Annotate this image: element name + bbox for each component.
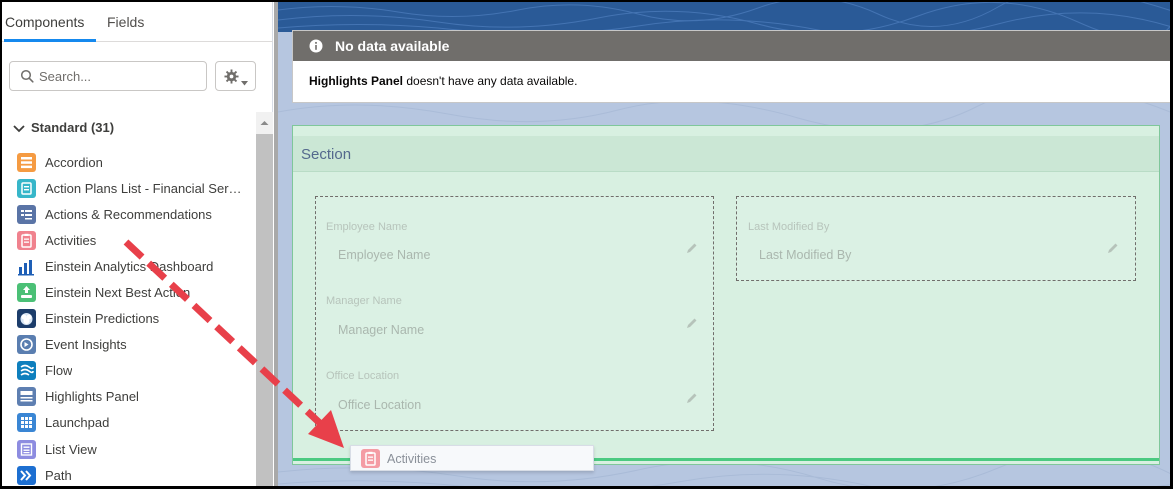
list-item-label: List View [45,442,97,457]
list-item-flow[interactable]: Flow [17,360,252,380]
active-tab-indicator [4,39,96,42]
highlights-panel-card[interactable]: No data available Highlights Panel doesn… [292,30,1170,103]
search-icon [20,69,34,86]
field-value: Last Modified By [759,248,852,262]
field-label: Employee Name [326,221,408,233]
panel-tabs: Components Fields [2,2,273,42]
dragged-component-ghost[interactable]: Activities [350,445,594,471]
tab-components[interactable]: Components [5,14,84,30]
list-item-action-plans[interactable]: Action Plans List - Financial Services C… [17,178,252,198]
list-item-highlights-panel[interactable]: Highlights Panel [17,386,252,406]
next-best-action-icon [17,283,36,302]
list-item-label: Flow [45,363,73,378]
list-item-label: Path [45,468,72,483]
pencil-icon[interactable] [686,242,698,257]
list-item-launchpad[interactable]: Launchpad [17,412,252,432]
list-item-next-best-action[interactable]: Einstein Next Best Action [17,282,252,302]
accordion-icon [17,153,36,172]
list-item-list-view[interactable]: List View [17,439,252,459]
launchpad-icon [17,413,36,432]
activities-icon [17,231,36,250]
chevron-down-icon [13,121,27,136]
gear-icon [224,69,239,87]
field-column-left[interactable]: Employee Name Employee Name Manager Name… [315,196,714,431]
message-text: doesn't have any data available. [403,74,578,88]
flow-icon [17,361,36,380]
standard-section-heading: Standard (31) [31,120,115,135]
no-data-banner: No data available [293,31,1170,61]
settings-menu-button[interactable] [215,61,256,91]
list-item-label: Event Insights [45,337,127,352]
list-item-label: Activities [45,233,97,248]
no-data-title: No data available [335,38,450,54]
field-label: Last Modified By [748,221,830,233]
list-item-label: Action Plans List - Financial Services C… [45,181,245,196]
list-item-analytics-dashboard[interactable]: Einstein Analytics Dashboard [17,256,252,276]
app-window: Components Fields Standard (31) [0,0,1173,489]
list-item-label: Einstein Next Best Action [45,285,191,300]
section-title: Section [301,146,352,163]
section-header: Section [293,136,1159,172]
list-item-label: Einstein Analytics Dashboard [45,259,214,274]
action-plans-icon [17,179,36,198]
list-item-accordion[interactable]: Accordion [17,152,252,172]
pencil-icon[interactable] [686,392,698,407]
actions-recommendations-icon [17,205,36,224]
list-item-path[interactable]: Path [17,465,252,485]
list-item-label: Actions & Recommendations [45,207,212,222]
scroll-up-arrow-icon[interactable] [256,116,273,130]
list-item-label: Launchpad [45,415,110,430]
highlights-panel-icon [17,387,36,406]
list-item-activities[interactable]: Activities [17,230,252,250]
pencil-icon[interactable] [1107,242,1119,257]
pencil-icon[interactable] [686,317,698,332]
search-input[interactable] [39,67,199,85]
tab-fields[interactable]: Fields [107,14,144,30]
list-item-event-insights[interactable]: Event Insights [17,334,252,354]
path-icon [17,466,36,485]
list-item-label: Accordion [45,155,103,170]
components-panel: Components Fields Standard (31) [2,2,273,486]
activities-icon [361,449,380,468]
page-canvas: No data available Highlights Panel doesn… [274,2,1170,486]
list-item-label: Einstein Predictions [45,311,160,326]
component-name: Highlights Panel [309,74,404,88]
component-list: Standard (31) Accordion Action Plans Lis… [2,112,273,486]
list-item-actions-recommendations[interactable]: Actions & Recommendations [17,204,252,224]
search-box[interactable] [9,61,207,91]
list-scrollbar-thumb[interactable] [256,134,273,486]
field-value: Manager Name [338,323,425,337]
field-label: Office Location [326,370,400,382]
standard-section-toggle[interactable]: Standard (31) [13,120,114,136]
list-view-icon [17,440,36,459]
analytics-dashboard-icon [17,257,36,276]
field-column-right[interactable]: Last Modified By Last Modified By [736,196,1136,281]
list-item-label: Highlights Panel [45,389,139,404]
info-icon [309,39,323,56]
dragged-component-label: Activities [387,452,437,466]
einstein-predictions-icon [17,309,36,328]
event-insights-icon [17,335,36,354]
field-value: Employee Name [338,248,431,262]
section-component[interactable]: Section Employee Name Employee Name Mana… [292,125,1160,465]
no-data-message: Highlights Panel doesn't have any data a… [309,74,577,88]
caret-down-icon [241,74,248,89]
field-value: Office Location [338,398,422,412]
list-item-einstein-predictions[interactable]: Einstein Predictions [17,308,252,328]
field-label: Manager Name [326,295,402,307]
